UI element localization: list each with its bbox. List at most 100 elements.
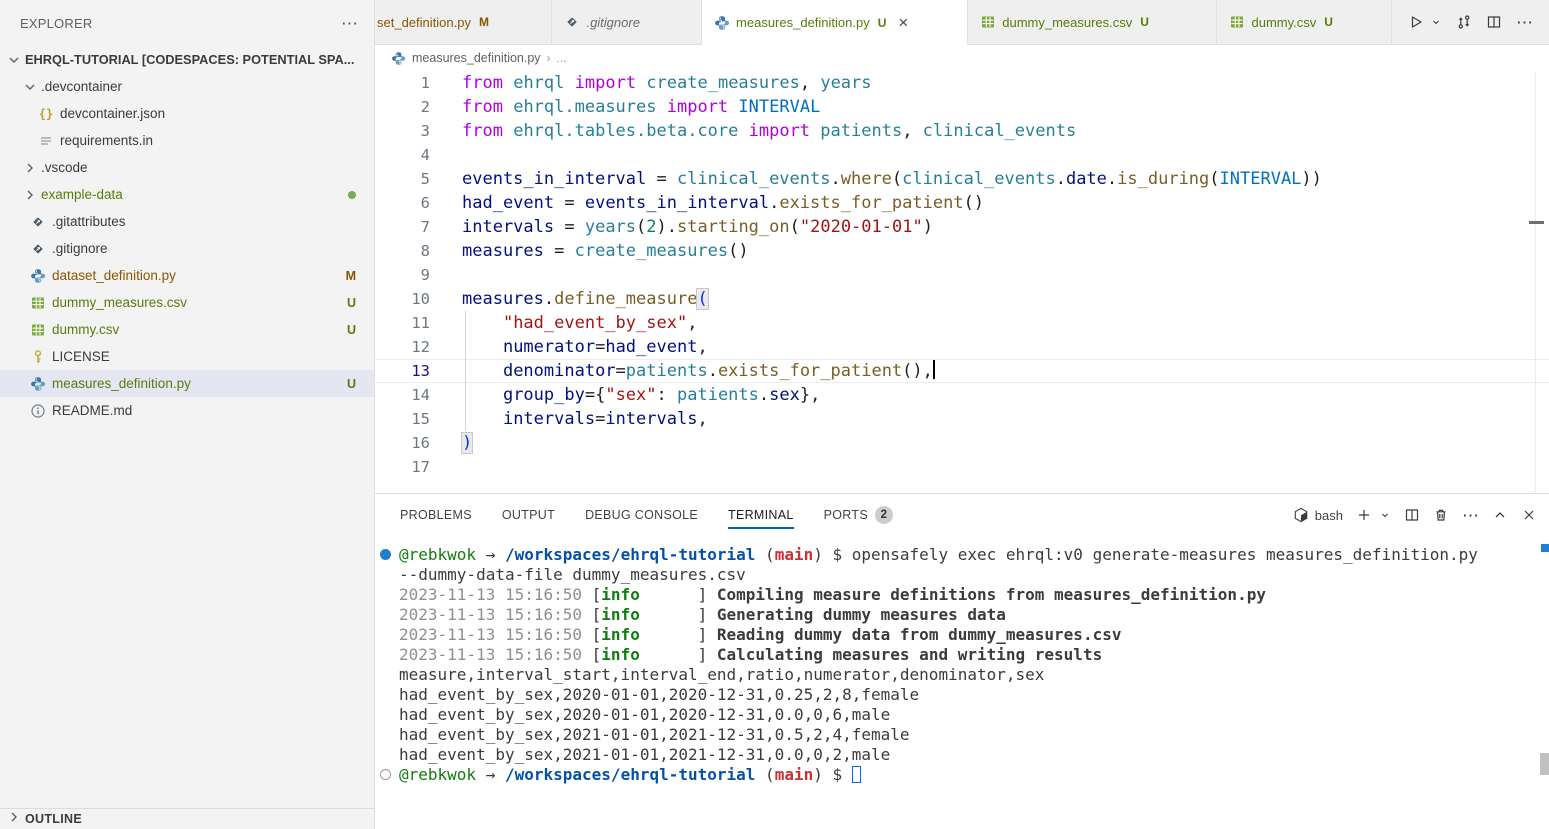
open-changes-icon[interactable] (1456, 14, 1472, 30)
terminal-dropdown-icon[interactable] (1379, 509, 1391, 521)
tree-item-devcontainer[interactable]: .devcontainer (0, 73, 374, 100)
git-icon (564, 14, 580, 30)
code-line-content: had_event = events_in_interval.exists_fo… (430, 191, 984, 215)
close-icon[interactable]: × (898, 14, 908, 31)
code-line-5[interactable]: 5events_in_interval = clinical_events.wh… (375, 167, 1549, 191)
info-icon (30, 403, 46, 419)
split-terminal-icon[interactable] (1404, 507, 1420, 523)
tree-item-label: example-data (41, 187, 340, 202)
tree-item-readme-md[interactable]: README.md (0, 397, 374, 424)
line-number: 14 (375, 383, 430, 407)
code-line-4[interactable]: 4 (375, 143, 1549, 167)
file-tree: EHRQL-TUTORIAL [CODESPACES: POTENTIAL SP… (0, 46, 374, 424)
code-line-7[interactable]: 7intervals = years(2).starting_on("2020-… (375, 215, 1549, 239)
prompt-decoration-icon[interactable] (380, 769, 391, 780)
code-line-content: "had_event_by_sex", (430, 311, 697, 335)
tab-set-definition-py[interactable]: set_definition.pyM (375, 0, 552, 44)
code-line-6[interactable]: 6had_event = events_in_interval.exists_f… (375, 191, 1549, 215)
tree-item-label: LICENSE (52, 349, 356, 364)
code-line-3[interactable]: 3from ehrql.tables.beta.core import pati… (375, 119, 1549, 143)
trash-icon[interactable] (1433, 507, 1449, 523)
breadcrumb[interactable]: measures_definition.py › ... (375, 45, 1549, 71)
panel-tab-output[interactable]: OUTPUT (502, 494, 555, 536)
tree-item-dummy-measures-csv[interactable]: dummy_measures.csvU (0, 289, 374, 316)
code-line-content (430, 263, 462, 287)
python-icon (714, 15, 730, 31)
tree-item-gitattributes[interactable]: .gitattributes (0, 208, 374, 235)
tree-item-label: measures_definition.py (52, 376, 339, 391)
new-terminal-icon[interactable] (1356, 507, 1372, 523)
code-line-12[interactable]: 12 numerator=had_event, (375, 335, 1549, 359)
csv-icon (30, 322, 46, 338)
code-line-content: group_by={"sex": patients.sex}, (430, 383, 820, 407)
more-icon[interactable]: ⋯ (1462, 507, 1479, 524)
code-editor[interactable]: 1from ehrql import create_measures, year… (375, 71, 1549, 493)
shell-selector[interactable]: bash (1293, 507, 1343, 523)
editor-more-icon[interactable]: ⋯ (1516, 14, 1533, 31)
tree-item-measures-definition-py[interactable]: measures_definition.pyU (0, 370, 374, 397)
explorer-more-icon[interactable]: ⋯ (341, 15, 358, 32)
code-line-13[interactable]: 13 denominator=patients.exists_for_patie… (375, 359, 1549, 383)
run-dropdown-icon[interactable] (1430, 16, 1442, 28)
line-number: 3 (375, 119, 430, 143)
line-number: 12 (375, 335, 430, 359)
code-line-16[interactable]: 16) (375, 431, 1549, 455)
code-line-11[interactable]: 11 "had_event_by_sex", (375, 311, 1549, 335)
split-editor-icon[interactable] (1486, 14, 1502, 30)
code-line-content: from ehrql import create_measures, years (430, 71, 872, 95)
run-icon[interactable] (1408, 14, 1424, 30)
terminal-line-9: had_event_by_sex,2020-01-01,2020-12-31,0… (399, 705, 1549, 725)
tab-dummy-measures-csv[interactable]: dummy_measures.csvU (968, 0, 1217, 44)
tree-item-dummy-csv[interactable]: dummy.csvU (0, 316, 374, 343)
panel-tab-debug-console[interactable]: DEBUG CONSOLE (585, 494, 698, 536)
panel-tab-ports[interactable]: PORTS2 (824, 494, 893, 536)
code-line-10[interactable]: 10measures.define_measure( (375, 287, 1549, 311)
code-line-8[interactable]: 8measures = create_measures() (375, 239, 1549, 263)
explorer-sidebar: EXPLORER ⋯ EHRQL-TUTORIAL [CODESPACES: P… (0, 0, 375, 829)
tree-item-label: .gitattributes (52, 214, 356, 229)
breadcrumb-symbols[interactable]: ... (557, 51, 567, 65)
code-line-content: denominator=patients.exists_for_patient(… (430, 359, 935, 383)
code-line-1[interactable]: 1from ehrql import create_measures, year… (375, 71, 1549, 95)
maximize-panel-icon[interactable] (1492, 507, 1508, 523)
lines-icon (38, 133, 54, 149)
command-decoration-icon[interactable] (380, 549, 391, 560)
tree-item-example-data[interactable]: example-data (0, 181, 374, 208)
panel-tab-label: PORTS (824, 508, 868, 522)
code-line-9[interactable]: 9 (375, 263, 1549, 287)
line-number: 6 (375, 191, 430, 215)
tab-measures-definition-py[interactable]: measures_definition.pyU× (702, 0, 968, 45)
tree-item-label: .gitignore (52, 241, 356, 256)
terminal-scrollbar[interactable] (1540, 753, 1549, 775)
code-line-2[interactable]: 2from ehrql.measures import INTERVAL (375, 95, 1549, 119)
line-number: 11 (375, 311, 430, 335)
tree-item-devcontainer-json[interactable]: {}devcontainer.json (0, 100, 374, 127)
close-panel-icon[interactable] (1521, 507, 1537, 523)
tab-dummy-csv[interactable]: dummy.csvU (1217, 0, 1392, 44)
code-line-content: ) (430, 431, 472, 455)
panel-tab-problems[interactable]: PROBLEMS (400, 494, 472, 536)
tree-item-gitignore[interactable]: .gitignore (0, 235, 374, 262)
line-number: 2 (375, 95, 430, 119)
tree-item-label: dummy.csv (52, 322, 339, 337)
tree-item-label: devcontainer.json (60, 106, 356, 121)
code-line-15[interactable]: 15 intervals=intervals, (375, 407, 1549, 431)
explorer-title: EXPLORER (20, 16, 92, 31)
line-number: 5 (375, 167, 430, 191)
panel-tab-terminal[interactable]: TERMINAL (728, 494, 794, 536)
tree-item-requirements-in[interactable]: requirements.in (0, 127, 374, 154)
code-line-17[interactable]: 17 (375, 455, 1549, 479)
tab-git-badge: U (1324, 15, 1333, 29)
breadcrumb-file[interactable]: measures_definition.py (412, 51, 541, 65)
code-line-content: events_in_interval = clinical_events.whe… (430, 167, 1322, 191)
terminal[interactable]: @rebkwok → /workspaces/ehrql-tutorial (m… (375, 536, 1549, 829)
tree-item-ehrql-tutorial-codespaces-po[interactable]: EHRQL-TUTORIAL [CODESPACES: POTENTIAL SP… (0, 46, 374, 73)
tree-item-dataset-definition-py[interactable]: dataset_definition.pyM (0, 262, 374, 289)
code-line-14[interactable]: 14 group_by={"sex": patients.sex}, (375, 383, 1549, 407)
outline-section-header[interactable]: OUTLINE (0, 808, 374, 829)
code-lines: 1from ehrql import create_measures, year… (375, 71, 1549, 479)
tree-item-vscode[interactable]: .vscode (0, 154, 374, 181)
python-icon (30, 268, 46, 284)
tab-gitignore[interactable]: .gitignore (552, 0, 702, 44)
tree-item-license[interactable]: LICENSE (0, 343, 374, 370)
